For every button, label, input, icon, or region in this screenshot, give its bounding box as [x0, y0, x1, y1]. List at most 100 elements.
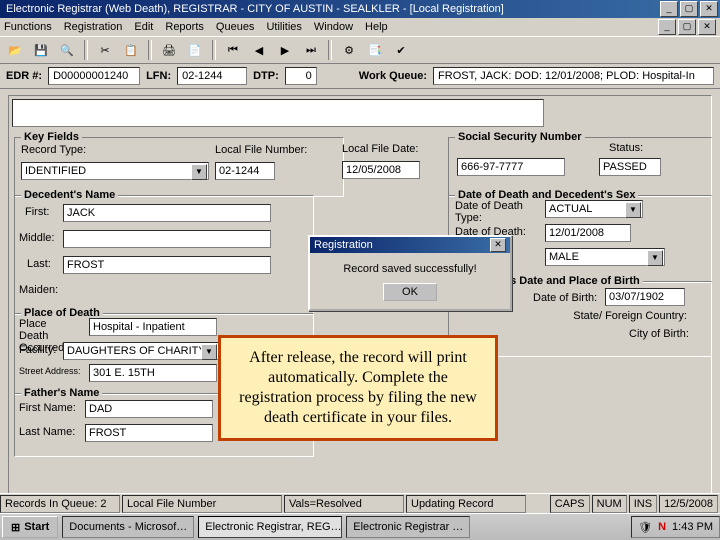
- print-icon[interactable]: 🖨: [158, 39, 180, 61]
- last-label: Last:: [27, 258, 51, 270]
- dialog-registration: Registration ✕ Record saved successfully…: [308, 235, 512, 311]
- dialog-title: Registration ✕: [310, 237, 510, 253]
- father-first-label: First Name:: [19, 402, 76, 414]
- system-tray[interactable]: 🛡 N 1:43 PM: [631, 516, 720, 538]
- first-icon[interactable]: ⏮: [222, 39, 244, 61]
- status-date: 12/5/2008: [659, 495, 718, 513]
- start-label: Start: [24, 521, 49, 533]
- summary-box: [12, 99, 544, 127]
- taskbar: ⊞ Start Documents - Microsof… Electronic…: [0, 513, 720, 540]
- fs-key-fields: Key Fields Record Type: IDENTIFIED Local…: [14, 137, 344, 197]
- middle-label: Middle:: [19, 232, 54, 244]
- next-icon[interactable]: ▶: [274, 39, 296, 61]
- father-first-input[interactable]: DAD: [85, 400, 213, 418]
- legend-ssn: Social Security Number: [455, 131, 585, 143]
- window-title: Electronic Registrar (Web Death), REGIST…: [2, 3, 660, 15]
- tray-icon[interactable]: N: [658, 521, 666, 533]
- dod-input[interactable]: 12/01/2008: [545, 224, 631, 242]
- ssn-status-label: Status:: [609, 142, 643, 154]
- status-upd: Updating Record: [406, 495, 526, 513]
- father-last-input[interactable]: FROST: [85, 424, 213, 442]
- menu-utilities[interactable]: Utilities: [266, 21, 301, 33]
- rectype-label: Record Type:: [21, 144, 86, 156]
- status-lfn: Local File Number: [122, 495, 282, 513]
- dialog-close-button[interactable]: ✕: [490, 238, 506, 252]
- father-last-label: Last Name:: [19, 426, 75, 438]
- windows-icon: ⊞: [11, 521, 20, 534]
- main-area: Key Fields Record Type: IDENTIFIED Local…: [0, 89, 720, 501]
- task-item[interactable]: Documents - Microsof…: [62, 516, 194, 538]
- mdi-close-button[interactable]: ✕: [698, 19, 716, 35]
- copy-icon[interactable]: 📋: [120, 39, 142, 61]
- preview-icon[interactable]: 📄: [184, 39, 206, 61]
- fs-ssn: Social Security Number 666-97-7777 Statu…: [448, 137, 712, 197]
- wq-label: Work Queue:: [359, 70, 427, 82]
- open-icon[interactable]: 📂: [4, 39, 26, 61]
- pod-fac-input[interactable]: DAUGHTERS OF CHARITY: [63, 342, 219, 360]
- dodtype-label: Date of Death Type:: [455, 200, 525, 224]
- first-input[interactable]: JACK: [63, 204, 271, 222]
- find-icon[interactable]: 🔍: [56, 39, 78, 61]
- localdate-input[interactable]: 12/05/2008: [342, 161, 420, 179]
- status-records: Records In Queue: 2: [0, 495, 120, 513]
- status-ins: INS: [629, 495, 657, 513]
- menu-queues[interactable]: Queues: [216, 21, 255, 33]
- tray-icon[interactable]: 🛡: [638, 521, 652, 534]
- localdate-label: Local File Date:: [342, 143, 418, 155]
- maiden-label: Maiden:: [19, 284, 58, 296]
- tray-time: 1:43 PM: [672, 521, 713, 533]
- pod-fac-label: Facility:: [19, 344, 56, 356]
- task-item[interactable]: Electronic Registrar …: [346, 516, 470, 538]
- edr-label: EDR #:: [6, 70, 42, 82]
- start-button[interactable]: ⊞ Start: [2, 516, 58, 538]
- legend-name: Decedent's Name: [21, 189, 118, 201]
- localfile-input[interactable]: 02-1244: [215, 162, 275, 180]
- state-label: State/ Foreign Country:: [567, 310, 687, 322]
- rectype-select[interactable]: IDENTIFIED: [21, 162, 209, 180]
- titlebar: Electronic Registrar (Web Death), REGIST…: [0, 0, 720, 18]
- last-icon[interactable]: ⏭: [300, 39, 322, 61]
- sex-select[interactable]: MALE: [545, 248, 665, 266]
- check-icon[interactable]: ✔: [390, 39, 412, 61]
- edr-field: D00000001240: [48, 67, 140, 85]
- status-num: NUM: [592, 495, 627, 513]
- ssn-input[interactable]: 666-97-7777: [457, 158, 565, 176]
- minimize-button[interactable]: _: [660, 1, 678, 17]
- menubar: Functions Registration Edit Reports Queu…: [0, 18, 720, 37]
- pod-addr-label: Street Address:: [19, 366, 81, 376]
- first-label: First:: [25, 206, 49, 218]
- ssn-status: PASSED: [599, 158, 661, 176]
- maximize-button[interactable]: ▢: [680, 1, 698, 17]
- menu-functions[interactable]: Functions: [4, 21, 52, 33]
- menu-window[interactable]: Window: [314, 21, 353, 33]
- cut-icon[interactable]: ✂: [94, 39, 116, 61]
- dob-input[interactable]: 03/07/1902: [605, 288, 685, 306]
- tool-icon[interactable]: ⚙: [338, 39, 360, 61]
- dialog-ok-button[interactable]: OK: [383, 283, 437, 301]
- id-bar: EDR #: D00000001240 LFN: 02-1244 DTP: 0 …: [0, 64, 720, 89]
- wq-field: FROST, JACK: DOD: 12/01/2008; PLOD: Hosp…: [433, 67, 714, 85]
- toolbar: 📂 💾 🔍 ✂ 📋 🖨 📄 ⏮ ◀ ▶ ⏭ ⚙ 📑 ✔: [0, 37, 720, 64]
- dtp-label: DTP:: [253, 70, 279, 82]
- menu-edit[interactable]: Edit: [134, 21, 153, 33]
- lfn-label: LFN:: [146, 70, 171, 82]
- task-item[interactable]: Electronic Registrar, REG…: [198, 516, 342, 538]
- last-input[interactable]: FROST: [63, 256, 271, 274]
- dodtype-select[interactable]: ACTUAL: [545, 200, 643, 218]
- dialog-title-text: Registration: [314, 239, 373, 251]
- mdi-maximize-button[interactable]: ▢: [678, 19, 696, 35]
- menu-reports[interactable]: Reports: [165, 21, 204, 33]
- dob-label: Date of Birth:: [533, 292, 597, 304]
- menu-registration[interactable]: Registration: [64, 21, 123, 33]
- pod-occ-input[interactable]: Hospital - Inpatient: [89, 318, 217, 336]
- pod-addr-input[interactable]: 301 E. 15TH: [89, 364, 217, 382]
- menu-help[interactable]: Help: [365, 21, 388, 33]
- close-button[interactable]: ✕: [700, 1, 718, 17]
- citybirth-label: City of Birth:: [629, 328, 689, 340]
- mdi-minimize-button[interactable]: _: [658, 19, 676, 35]
- prev-icon[interactable]: ◀: [248, 39, 270, 61]
- middle-input[interactable]: [63, 230, 271, 248]
- save-icon[interactable]: 💾: [30, 39, 52, 61]
- legend-key: Key Fields: [21, 131, 82, 143]
- report-icon[interactable]: 📑: [364, 39, 386, 61]
